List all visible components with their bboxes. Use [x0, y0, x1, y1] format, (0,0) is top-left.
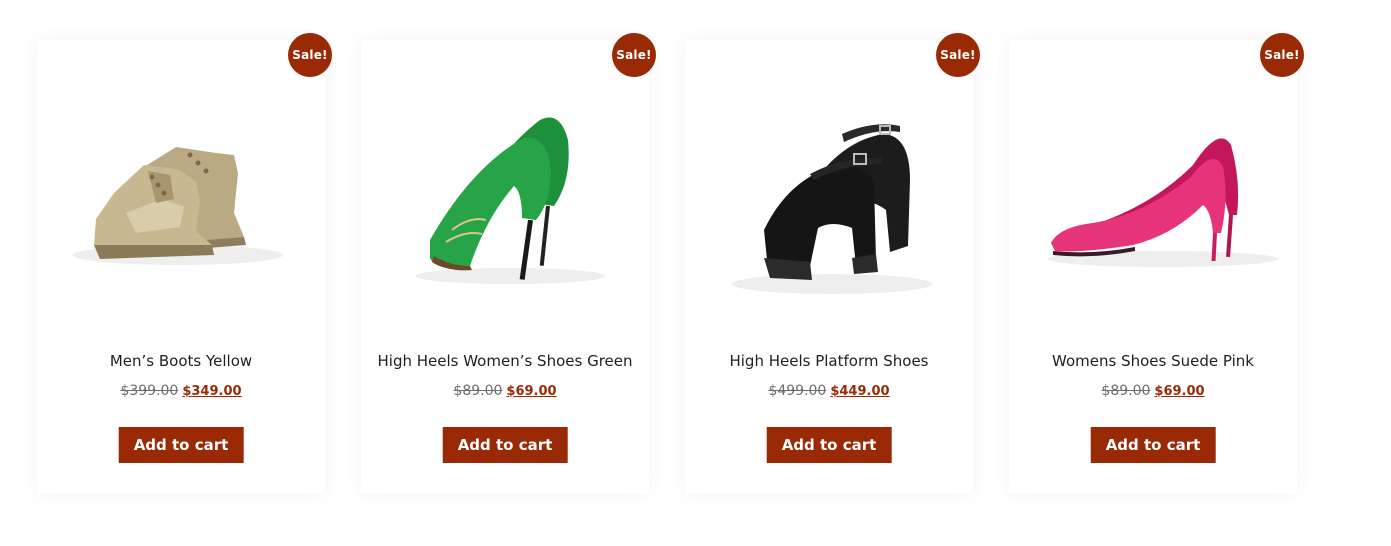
product-price: $499.00 $449.00 [685, 383, 973, 399]
product-title[interactable]: High Heels Platform Shoes [685, 352, 973, 370]
product-card[interactable]: Sale! High Heels Platform Shoes $499.00 $… [685, 33, 980, 494]
tan-boots-image [73, 147, 283, 265]
product-image-link[interactable] [685, 40, 973, 330]
product-card[interactable]: Sale! High Heels Women’s Shoes Green $89… [361, 33, 656, 494]
original-price: $89.00 [453, 383, 503, 399]
add-to-cart-button[interactable]: Add to cart [766, 427, 892, 463]
pink-heels-image [1048, 138, 1278, 267]
sale-price: $69.00 [1154, 384, 1205, 399]
original-price: $499.00 [768, 383, 827, 399]
sale-badge: Sale! [936, 33, 980, 77]
add-to-cart-button[interactable]: Add to cart [118, 427, 244, 463]
sale-price: $449.00 [830, 384, 890, 399]
original-price: $399.00 [120, 383, 179, 399]
product-image-link[interactable] [361, 40, 649, 330]
product-image-link[interactable] [1009, 40, 1297, 330]
product-title[interactable]: Womens Shoes Suede Pink [1009, 352, 1297, 370]
sale-badge: Sale! [612, 33, 656, 77]
green-heels-image [415, 117, 605, 284]
product-price: $89.00 $69.00 [361, 383, 649, 399]
product-title[interactable]: Men’s Boots Yellow [37, 352, 325, 370]
product-price: $399.00 $349.00 [37, 383, 325, 399]
product-image-link[interactable] [37, 40, 325, 330]
add-to-cart-button[interactable]: Add to cart [442, 427, 568, 463]
product-card[interactable]: Sale! Men’s Boots Yellow $399.00 $349.00 … [37, 33, 332, 494]
product-price: $89.00 $69.00 [1009, 383, 1297, 399]
black-platform-image [732, 124, 932, 294]
sale-price: $69.00 [506, 384, 557, 399]
sale-badge: Sale! [288, 33, 332, 77]
product-card[interactable]: Sale! Womens Shoes Suede Pink $89.00 $69.… [1009, 33, 1304, 494]
sale-badge: Sale! [1260, 33, 1304, 77]
sale-price: $349.00 [182, 384, 242, 399]
product-title[interactable]: High Heels Women’s Shoes Green [361, 352, 649, 370]
original-price: $89.00 [1101, 383, 1151, 399]
add-to-cart-button[interactable]: Add to cart [1090, 427, 1216, 463]
product-grid: Sale! Men’s Boots Yellow $399.00 $349.00 … [0, 0, 1391, 546]
